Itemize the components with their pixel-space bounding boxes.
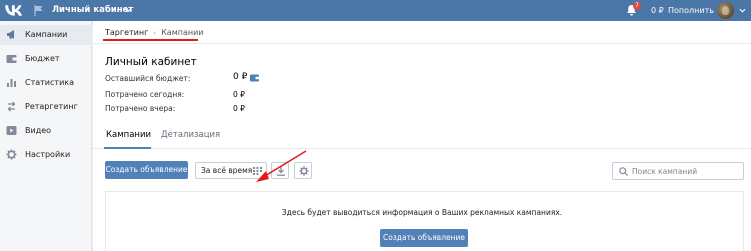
divider (93, 43, 751, 44)
wallet-icon[interactable] (250, 74, 259, 82)
page-title: Личный кабинет (105, 56, 197, 68)
tab-campaigns[interactable]: Кампании (106, 130, 151, 140)
create-ad-button-empty-state[interactable]: Создать объявление (380, 229, 468, 247)
gear-icon (6, 149, 17, 160)
sidebar-item-settings[interactable]: Настройки (0, 145, 92, 165)
sidebar-item-label: Статистика (25, 78, 74, 87)
tab-details[interactable]: Детализация (161, 130, 220, 140)
vk-logo-icon[interactable] (5, 4, 23, 17)
bar-chart-icon (7, 79, 16, 87)
retarget-icon (7, 101, 16, 112)
calendar-icon (253, 167, 262, 175)
breadcrumb-item-targeting[interactable]: Таргетинг (105, 28, 148, 37)
export-button[interactable] (271, 162, 289, 179)
download-icon (277, 166, 285, 176)
balance-amount: 0 ₽ (651, 6, 664, 15)
stat-label-yesterday: Потрачено вчера: (105, 104, 176, 113)
sidebar-item-label: Кампании (25, 30, 68, 39)
period-select-label: За всё время (201, 166, 253, 175)
account-title[interactable]: Личный кабинет (52, 5, 133, 15)
table-settings-button[interactable] (294, 162, 312, 179)
sidebar-item-label: Бюджет (25, 54, 60, 63)
ads-flag-icon (34, 5, 43, 16)
sidebar-item-retargeting[interactable]: Ретаргетинг (0, 97, 92, 117)
avatar[interactable] (717, 2, 734, 19)
campaign-search[interactable] (612, 162, 744, 180)
notification-badge: 7 (633, 2, 641, 10)
chevron-down-icon[interactable] (124, 7, 132, 13)
sidebar-item-label: Настройки (25, 150, 71, 159)
sidebar-item-video[interactable]: Видео (0, 121, 92, 141)
main-card: Таргетинг › Кампании Личный кабинет Оставш… (93, 21, 751, 251)
sidebar-item-statistics[interactable]: Статистика (0, 73, 92, 93)
top-bar: Личный кабинет 7 0 ₽ Пополнить (0, 0, 751, 21)
stat-label-remaining: Оставшийся бюджет: (105, 74, 191, 83)
topup-link[interactable]: Пополнить (668, 6, 714, 15)
period-select[interactable]: За всё время (195, 162, 267, 179)
sidebar-item-label: Видео (25, 126, 52, 135)
gear-icon (299, 166, 309, 176)
sidebar: Кампании Бюджет Статистика Ретаргетинг В… (0, 21, 92, 251)
breadcrumb-separator-icon: › (153, 29, 157, 37)
search-input[interactable] (632, 165, 740, 177)
sidebar-item-label: Ретаргетинг (25, 102, 78, 111)
megaphone-icon (7, 30, 14, 39)
stat-label-today: Потрачено сегодня: (105, 90, 185, 99)
breadcrumb-item-campaigns[interactable]: Кампании (161, 28, 203, 37)
stat-value-remaining: 0 ₽ (233, 72, 248, 82)
play-icon (6, 126, 17, 135)
wallet-icon (6, 55, 17, 63)
stat-value-today: 0 ₽ (233, 90, 245, 99)
stat-value-yesterday: 0 ₽ (233, 104, 245, 113)
active-tab-indicator (104, 147, 151, 149)
breadcrumb: Таргетинг › Кампании (105, 28, 204, 37)
divider (93, 148, 751, 149)
chevron-down-icon[interactable] (739, 8, 746, 13)
empty-state-text: Здесь будет выводиться информация о Ваши… (281, 208, 563, 217)
sidebar-item-campaigns[interactable]: Кампании (0, 25, 92, 45)
search-icon (619, 167, 628, 176)
annotation-underline (103, 39, 198, 41)
sidebar-item-budget[interactable]: Бюджет (0, 49, 92, 69)
create-ad-button[interactable]: Создать объявление (105, 161, 188, 179)
